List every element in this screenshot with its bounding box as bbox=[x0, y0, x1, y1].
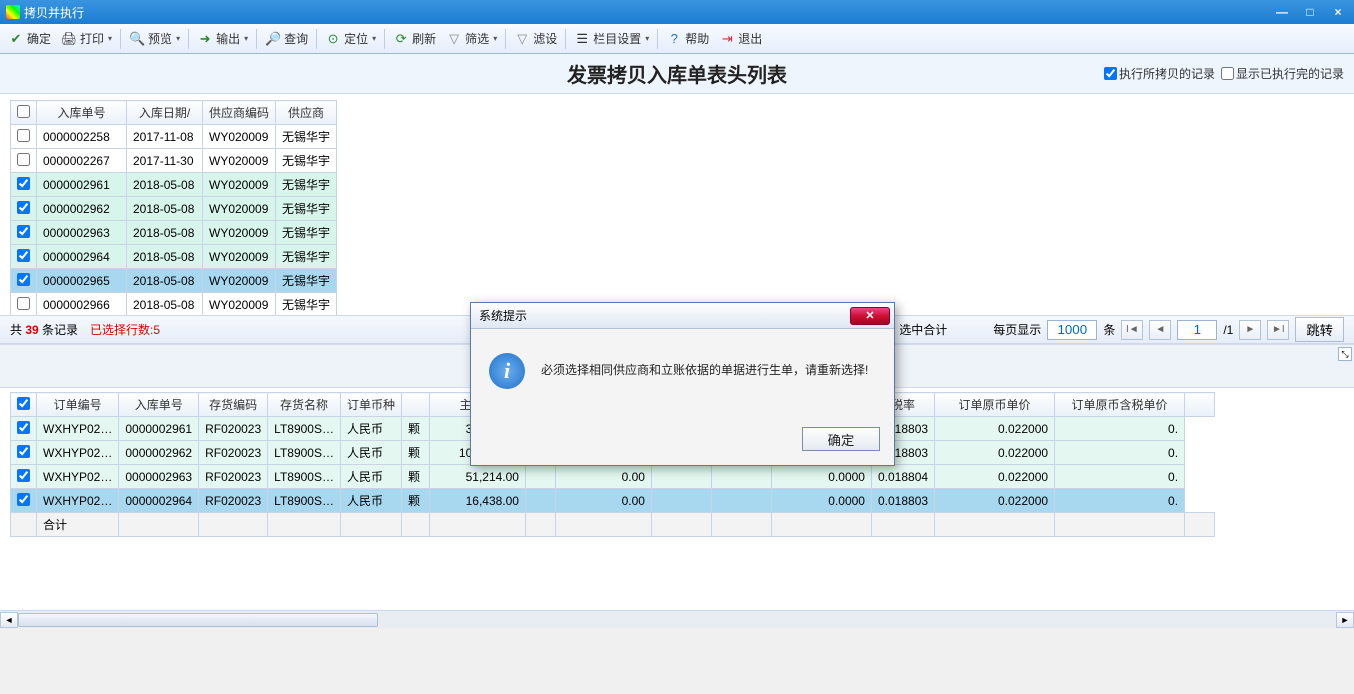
info-icon: i bbox=[489, 353, 525, 389]
system-prompt-dialog: 系统提示 ✕ i 必须选择相同供应商和立账依据的单据进行生单，请重新选择! 确定 bbox=[470, 302, 895, 466]
dialog-close-button[interactable]: ✕ bbox=[850, 307, 890, 325]
dialog-ok-button[interactable]: 确定 bbox=[802, 427, 880, 451]
dialog-message: 必须选择相同供应商和立账依据的单据进行生单，请重新选择! bbox=[541, 353, 868, 378]
dialog-title: 系统提示 bbox=[479, 307, 527, 324]
